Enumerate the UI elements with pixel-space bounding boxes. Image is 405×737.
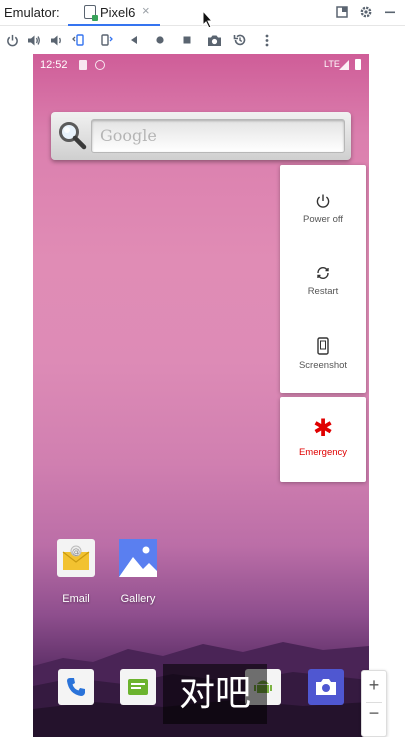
volume-up-icon[interactable]: [25, 31, 43, 49]
battery-icon: [355, 59, 361, 70]
zoom-out-button[interactable]: −: [362, 701, 386, 725]
search-input[interactable]: Google: [91, 119, 345, 153]
back-icon[interactable]: [125, 31, 143, 49]
sync-icon: [95, 60, 105, 70]
restore-window-icon[interactable]: [334, 4, 350, 20]
messaging-icon[interactable]: [120, 669, 156, 705]
emulator-label: Emulator:: [4, 5, 60, 20]
google-search-widget[interactable]: Google: [51, 112, 351, 160]
tab-pixel6[interactable]: Pixel6 ×: [68, 0, 160, 26]
search-placeholder: Google: [100, 126, 157, 145]
restart-icon: [317, 266, 329, 280]
restart-button[interactable]: Restart: [280, 265, 366, 335]
email-icon: @: [57, 539, 95, 577]
signal-icon: [339, 60, 349, 70]
more-icon[interactable]: [258, 31, 276, 49]
emergency-asterisk-icon: ✱: [312, 415, 334, 442]
volume-down-icon[interactable]: [47, 31, 65, 49]
power-off-label: Power off: [303, 214, 343, 225]
restart-label: Restart: [307, 286, 339, 297]
sd-card-icon: [79, 60, 87, 70]
emulator-side-panel: [369, 54, 405, 737]
gallery-icon: [119, 539, 157, 577]
power-icon[interactable]: [3, 31, 21, 49]
rotate-right-icon[interactable]: [97, 31, 115, 49]
tab-close-button[interactable]: ×: [142, 3, 150, 18]
subtitle-overlay: 对吧: [163, 664, 267, 724]
search-icon[interactable]: [57, 120, 87, 150]
home-icon[interactable]: [151, 31, 169, 49]
device-icon: [84, 5, 98, 21]
settings-gear-icon[interactable]: [358, 4, 374, 20]
app-gallery[interactable]: Gallery: [108, 539, 168, 605]
snapshot-icon[interactable]: [231, 31, 249, 49]
emergency-button[interactable]: ✱ Emergency: [280, 397, 366, 482]
status-bar: 12:52 LTE: [33, 54, 369, 76]
svg-text:@: @: [72, 547, 80, 556]
power-off-button[interactable]: Power off: [280, 193, 366, 263]
phone-icon[interactable]: [58, 669, 94, 705]
minimize-icon[interactable]: [382, 4, 398, 20]
zoom-in-button[interactable]: +: [362, 673, 386, 697]
emulator-toolbar: [0, 27, 405, 53]
tab-label: Pixel6: [100, 5, 136, 20]
app-gallery-label: Gallery: [120, 593, 156, 605]
status-time: 12:52: [40, 59, 68, 71]
zoom-controls: + −: [361, 670, 387, 737]
camera-icon[interactable]: [205, 31, 223, 49]
overview-icon[interactable]: [178, 31, 196, 49]
power-menu: Power off Restart Screenshot: [280, 165, 366, 393]
rotate-left-icon[interactable]: [70, 31, 88, 49]
camera-app-icon[interactable]: [308, 669, 344, 705]
screenshot-label: Screenshot: [298, 360, 348, 371]
active-tab-indicator: [68, 24, 160, 26]
screenshot-icon: [317, 337, 329, 355]
emergency-label: Emergency: [298, 447, 348, 458]
network-type: LTE: [324, 59, 340, 69]
app-email[interactable]: @ Email: [46, 539, 106, 605]
power-icon: [316, 194, 330, 208]
app-email-label: Email: [62, 593, 90, 605]
emulator-tab-bar: Emulator: Pixel6 ×: [0, 0, 405, 29]
device-screen[interactable]: 12:52 LTE Google Power off Restart Scree…: [33, 54, 369, 737]
